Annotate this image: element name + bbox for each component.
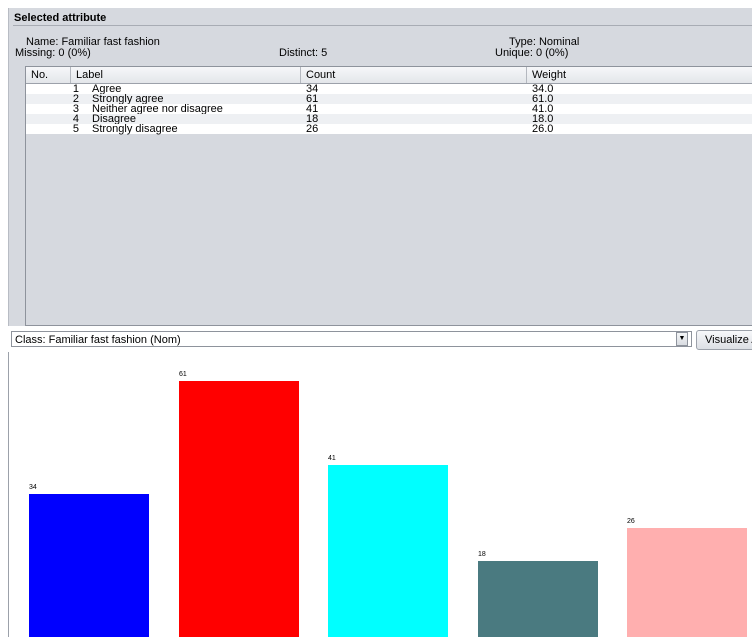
class-selector-bar: Class: Familiar fast fashion (Nom) ▼ Vis… — [10, 330, 752, 350]
row-no: 4 — [72, 113, 79, 125]
class-distribution-chart: 34 61 41 18 26 — [8, 352, 752, 637]
title-divider — [13, 25, 752, 26]
chevron-down-icon[interactable]: ▼ — [676, 332, 688, 346]
bar-value-label: 18 — [478, 551, 486, 558]
histogram-bar — [627, 528, 747, 637]
row-no: 3 — [72, 103, 79, 115]
histogram-bar — [179, 381, 299, 637]
histogram-bar — [328, 465, 448, 637]
row-no: 1 — [72, 83, 79, 95]
attribute-unique: Unique: 0 (0%) — [495, 47, 569, 59]
column-header-label[interactable]: Label — [71, 67, 301, 83]
histogram-bar — [478, 561, 598, 637]
row-label: Strongly disagree — [92, 123, 178, 135]
row-weight: 26.0 — [532, 123, 554, 135]
panel-title: Selected attribute — [14, 12, 107, 24]
attribute-distinct: Distinct: 5 — [279, 47, 328, 59]
row-no: 5 — [72, 123, 79, 135]
bar-value-label: 61 — [179, 371, 187, 378]
visualize-all-button[interactable]: Visualize All — [696, 330, 752, 350]
bar-value-label: 34 — [29, 484, 37, 491]
row-count: 26 — [306, 123, 319, 135]
bar-value-label: 41 — [328, 455, 336, 462]
table-row[interactable]: 5 Strongly disagree 26 26.0 — [26, 123, 752, 135]
histogram-bar — [29, 494, 149, 637]
table-header: No. Label Count Weight — [26, 67, 752, 84]
bar-value-label: 26 — [627, 518, 635, 525]
table-body: 1 Agree 34 34.0 2 Strongly agree 61 61.0… — [26, 83, 752, 135]
attribute-values-table[interactable]: No. Label Count Weight 1 Agree 34 34.0 2… — [25, 66, 752, 326]
class-dropdown[interactable]: Class: Familiar fast fashion (Nom) — [11, 331, 692, 347]
column-header-count[interactable]: Count — [301, 67, 527, 83]
column-header-no[interactable]: No. — [26, 67, 71, 83]
attribute-missing: Missing: 0 (0%) — [15, 47, 91, 59]
column-header-weight[interactable]: Weight — [527, 67, 752, 83]
window-edge — [0, 0, 8, 637]
row-no: 2 — [72, 93, 79, 105]
selected-attribute-panel: Selected attribute Name: Familiar fast f… — [8, 8, 752, 326]
